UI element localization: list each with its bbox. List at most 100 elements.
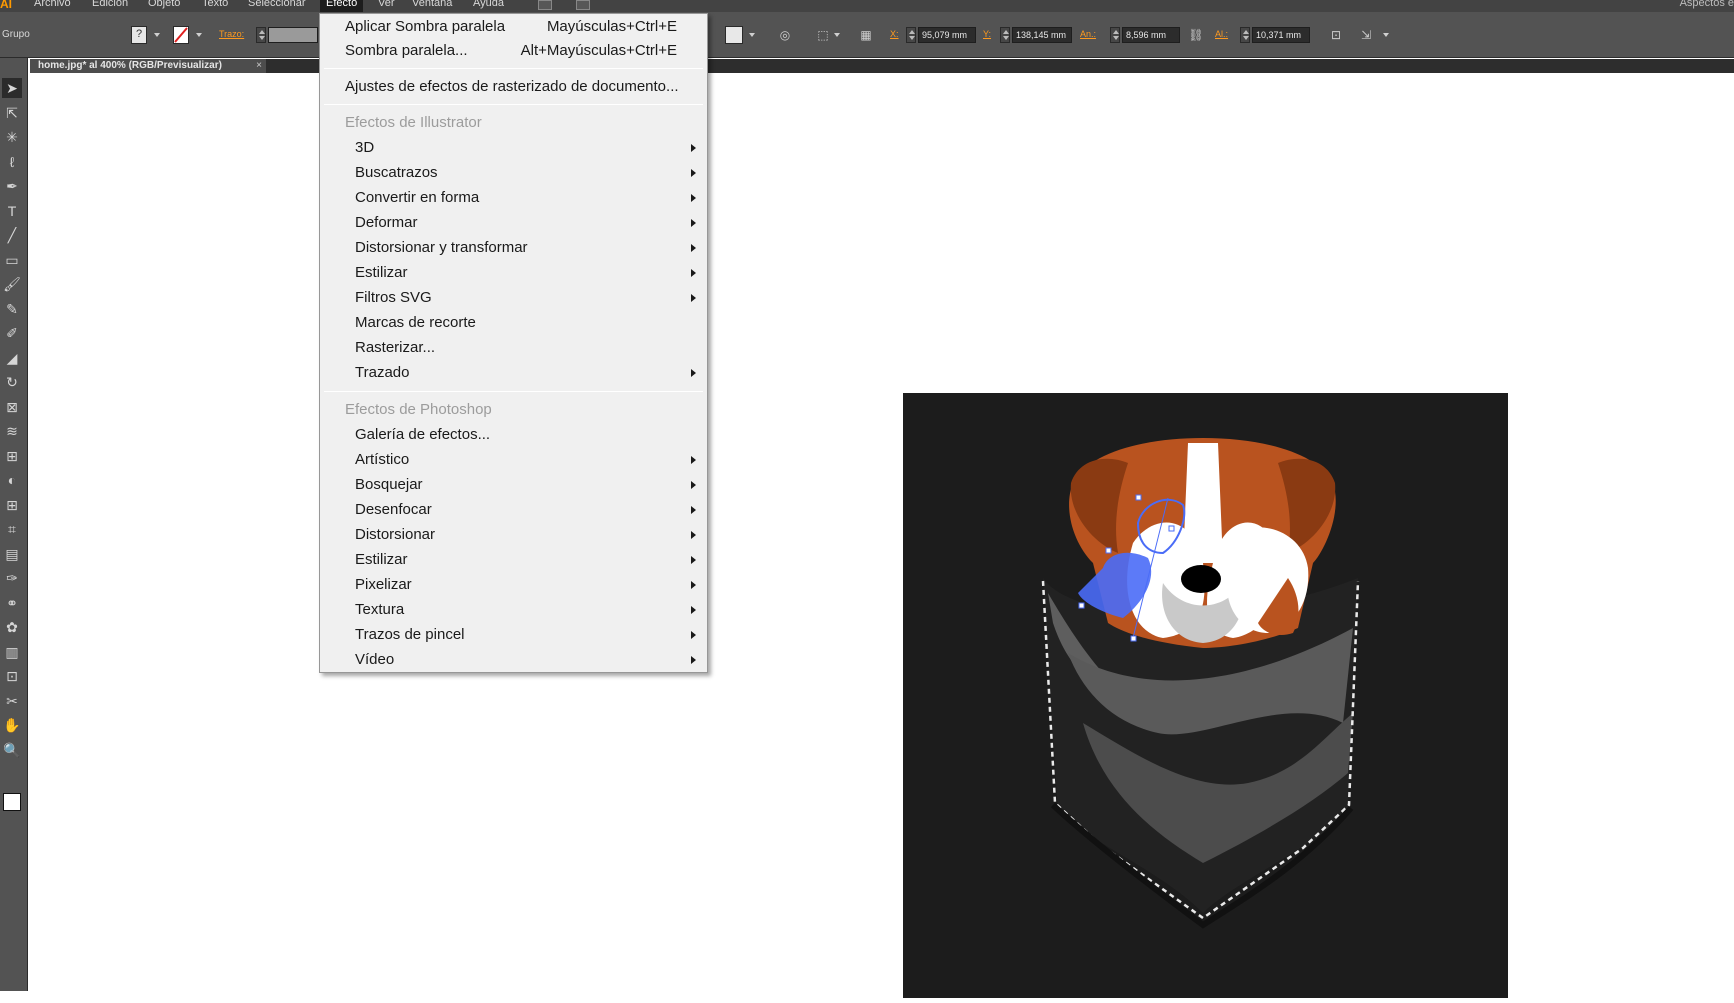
transform-panel-icon[interactable]: ⊡	[1328, 27, 1344, 43]
mesh-tool-icon[interactable]: ⌗	[2, 519, 22, 539]
reference-point-icon[interactable]: ▦	[858, 27, 874, 43]
menu-archivo[interactable]: Archivo	[34, 0, 71, 9]
pocket-dog-artwork[interactable]	[903, 393, 1508, 998]
stroke-weight-label[interactable]: Trazo:	[219, 29, 244, 39]
menu-ayuda[interactable]: Ayuda	[473, 0, 504, 9]
stroke-weight-field[interactable]	[268, 27, 318, 43]
menu-item-distorsionar-y-transformar[interactable]: Distorsionar y transformar	[320, 236, 707, 260]
stroke-weight-stepper[interactable]	[256, 27, 266, 43]
paintbrush-icon[interactable]: 🖌	[2, 274, 22, 294]
fill-dropdown-icon[interactable]	[154, 33, 160, 37]
eyedropper-icon[interactable]: ✑	[2, 568, 22, 588]
workspace-switcher[interactable]: Aspectos e	[1680, 0, 1734, 9]
menu-item-raster-settings[interactable]: Ajustes de efectos de rasterizado de doc…	[320, 75, 707, 99]
free-transform-icon[interactable]: ⊞	[2, 446, 22, 466]
menu-item-ps-textura[interactable]: Textura	[320, 598, 707, 622]
menu-efecto[interactable]: Efecto	[320, 0, 364, 12]
height-field[interactable]: 10,371 mm	[1252, 27, 1310, 43]
zoom-tool-icon[interactable]: 🔍	[2, 740, 22, 760]
menu-item-apply-drop-shadow[interactable]: Aplicar Sombra paralela Mayúsculas+Ctrl+…	[320, 15, 707, 39]
opacity-swatch[interactable]	[725, 26, 743, 44]
menu-item-filtros-svg[interactable]: Filtros SVG	[320, 286, 707, 310]
menu-item-ps-pixelizar[interactable]: Pixelizar	[320, 573, 707, 597]
fill-swatch[interactable]: ?	[131, 26, 147, 44]
menu-item-label: Rasterizar...	[355, 339, 436, 356]
warp-tool-icon[interactable]: ≋	[2, 421, 22, 441]
width-stepper[interactable]	[1110, 27, 1120, 43]
menu-ventana[interactable]: Ventana	[412, 0, 452, 9]
eraser-icon[interactable]: ◢	[2, 348, 22, 368]
menu-item-deformar[interactable]: Deformar	[320, 211, 707, 235]
fill-stroke-swatch[interactable]	[3, 793, 21, 811]
scale-tool-icon[interactable]: ⊠	[2, 397, 22, 417]
direct-selection-tool-icon[interactable]: ⇱	[2, 103, 22, 123]
menu-item-trazado[interactable]: Trazado	[320, 361, 707, 385]
isolate-dropdown-icon[interactable]	[1383, 33, 1389, 37]
menu-item-ps-distorsionar[interactable]: Distorsionar	[320, 523, 707, 547]
menu-objeto[interactable]: Objeto	[148, 0, 180, 9]
menu-edicion[interactable]: Edición	[92, 0, 128, 9]
isolate-group-icon[interactable]: ⇲	[1358, 27, 1374, 43]
blob-brush-icon[interactable]: ✐	[2, 323, 22, 343]
column-graph-icon[interactable]: ▥	[2, 642, 22, 662]
menu-item-drop-shadow[interactable]: Sombra paralela... Alt+Mayúsculas+Ctrl+E	[320, 39, 707, 63]
arrange-documents-icon[interactable]	[576, 0, 590, 10]
x-field[interactable]: 95,079 mm	[918, 27, 976, 43]
menu-item-buscatrazos[interactable]: Buscatrazos	[320, 161, 707, 185]
menu-item-ps-trazos-de-pincel[interactable]: Trazos de pincel	[320, 623, 707, 647]
rectangle-tool-icon[interactable]: ▭	[2, 250, 22, 270]
y-stepper[interactable]	[1000, 27, 1010, 43]
x-stepper[interactable]	[906, 27, 916, 43]
shape-builder-icon[interactable]: ◐	[2, 470, 22, 490]
perspective-grid-icon[interactable]: ⊞	[2, 495, 22, 515]
hand-tool-icon[interactable]: ✋	[2, 715, 22, 735]
control-bar: Grupo ? Trazo: ◎ ⬚ ▦ X: 95,079 mm Y: 138…	[0, 12, 1734, 58]
type-tool-icon[interactable]: T	[2, 201, 22, 221]
align-selection-icon[interactable]: ⬚	[815, 27, 831, 43]
menu-item-ps-artístico[interactable]: Artístico	[320, 448, 707, 472]
constrain-proportions-icon[interactable]: ⛓	[1188, 27, 1204, 43]
rotate-tool-icon[interactable]: ↻	[2, 372, 22, 392]
document-tab[interactable]: home.jpg* al 400% (RGB/Previsualizar) ×	[30, 59, 266, 73]
gradient-tool-icon[interactable]: ▤	[2, 544, 22, 564]
lasso-icon[interactable]: ℓ	[2, 152, 22, 172]
artboard[interactable]	[903, 393, 1508, 998]
y-field[interactable]: 138,145 mm	[1012, 27, 1072, 43]
menu-ver[interactable]: Ver	[378, 0, 395, 9]
menu-item-ps-vídeo[interactable]: Vídeo	[320, 648, 707, 672]
menu-item-ps-estilizar[interactable]: Estilizar	[320, 548, 707, 572]
artboard-tool-icon[interactable]: ⊡	[2, 666, 22, 686]
menu-item-marcas-de-recorte[interactable]: Marcas de recorte	[320, 311, 707, 335]
menu-item-ps-galería-de-efectos[interactable]: Galería de efectos...	[320, 423, 707, 447]
menu-texto[interactable]: Texto	[202, 0, 228, 9]
menu-item-label: Artístico	[355, 451, 410, 468]
menu-item-3d[interactable]: 3D	[320, 136, 707, 160]
menu-item-convertir-en-forma[interactable]: Convertir en forma	[320, 186, 707, 210]
submenu-arrow-icon	[691, 556, 696, 564]
opacity-dropdown-icon[interactable]	[749, 33, 755, 37]
menu-item-ps-bosquejar[interactable]: Bosquejar	[320, 473, 707, 497]
slice-tool-icon[interactable]: ✂	[2, 691, 22, 711]
close-tab-icon[interactable]: ×	[256, 59, 262, 73]
height-stepper[interactable]	[1240, 27, 1250, 43]
width-field[interactable]: 8,596 mm	[1122, 27, 1180, 43]
recolor-artwork-icon[interactable]: ◎	[777, 27, 793, 43]
bridge-icon[interactable]	[538, 0, 552, 10]
pen-tool-icon[interactable]: ✒	[2, 176, 22, 196]
canvas[interactable]	[29, 73, 1734, 998]
line-tool-icon[interactable]: ╱	[2, 225, 22, 245]
menu-item-estilizar[interactable]: Estilizar	[320, 261, 707, 285]
stroke-dropdown-icon[interactable]	[196, 33, 202, 37]
symbol-sprayer-icon[interactable]: ✿	[2, 617, 22, 637]
menu-item-ps-desenfocar[interactable]: Desenfocar	[320, 498, 707, 522]
menu-item-label: Convertir en forma	[355, 189, 480, 206]
align-dropdown-icon[interactable]	[834, 33, 840, 37]
stroke-swatch[interactable]	[173, 26, 189, 44]
menu-item-rasterizar[interactable]: Rasterizar...	[320, 336, 707, 360]
blend-tool-icon[interactable]: ⚭	[2, 593, 22, 613]
selection-tool-icon[interactable]: ➤	[2, 78, 22, 98]
pencil-icon[interactable]: ✎	[2, 299, 22, 319]
menu-item-shortcut: Alt+Mayúsculas+Ctrl+E	[520, 42, 677, 59]
menu-seleccionar[interactable]: Seleccionar	[248, 0, 305, 9]
magic-wand-icon[interactable]: ✳	[2, 127, 22, 147]
